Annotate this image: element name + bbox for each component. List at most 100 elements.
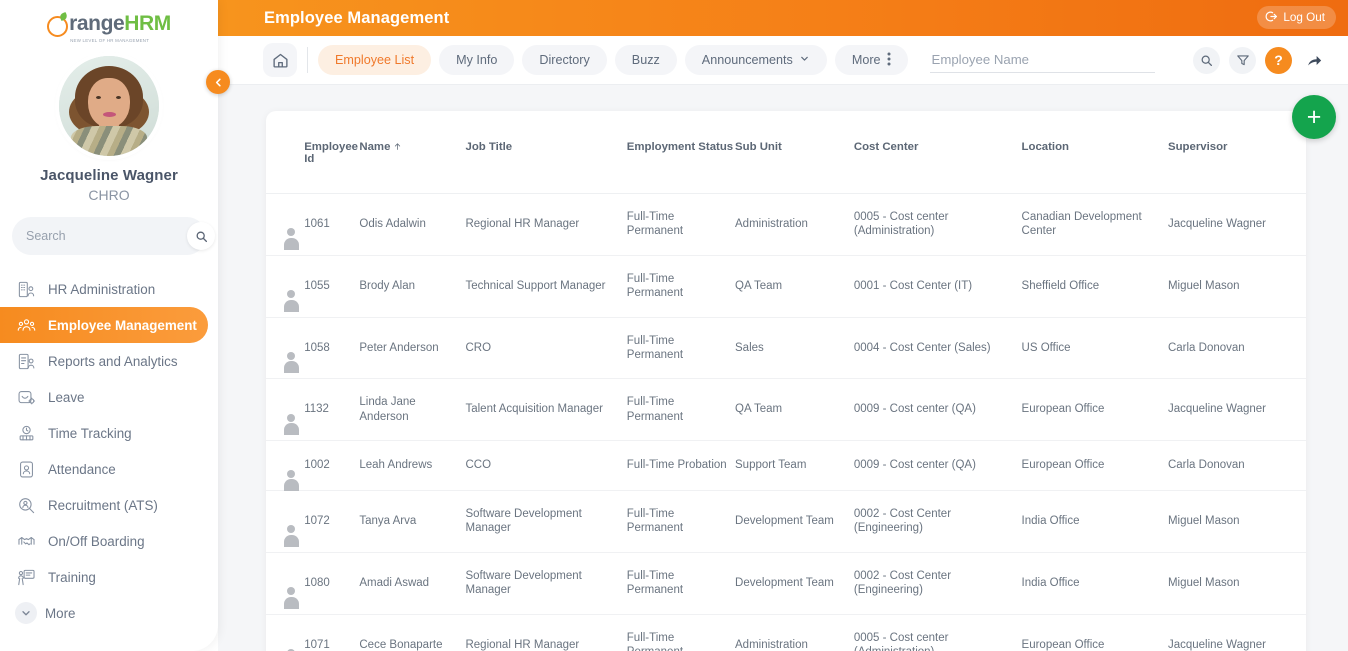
tab-my-info[interactable]: My Info — [439, 45, 515, 75]
tab-divider — [307, 47, 308, 73]
tab-buzz[interactable]: Buzz — [614, 45, 677, 75]
col-employee-id[interactable]: Employee Id — [304, 111, 360, 194]
presentation-icon — [12, 568, 40, 587]
col-location[interactable]: Location — [1021, 111, 1168, 194]
logout-button[interactable]: Log Out — [1257, 6, 1336, 29]
employee-table: Employee Id Name Job Title Employment St… — [266, 111, 1306, 651]
cell-cost-center: 0002 - Cost Center (Engineering) — [853, 552, 1022, 615]
cell-cost-center: 0004 - Cost Center (Sales) — [853, 317, 1022, 380]
col-name[interactable]: Name — [359, 111, 466, 194]
col-sub-unit[interactable]: Sub Unit — [735, 111, 854, 194]
table-row[interactable]: 1080 Amadi Aswad Software Development Mana… — [266, 552, 1306, 615]
table-row[interactable]: 1061 Odis Adalwin Regional HR Manager Full-… — [266, 193, 1306, 256]
cell-sub-unit: QA Team — [735, 378, 854, 441]
cell-supervisor: Miguel Mason — [1167, 490, 1306, 553]
cell-cost-center: 0005 - Cost center (Administration) — [853, 193, 1022, 256]
sidebar-search[interactable] — [12, 217, 215, 255]
table-body: 1061 Odis Adalwin Regional HR Manager Full-… — [266, 193, 1306, 651]
vertical-dots-icon — [887, 52, 891, 69]
cell-job-title: Talent Acquisition Manager — [465, 378, 627, 441]
cell-employment-status: Full-Time Probation — [626, 440, 736, 491]
cell-employee-id: 1055 — [304, 255, 360, 318]
cell-name: Brody Alan — [359, 255, 466, 318]
sidebar-item-attendance[interactable]: Attendance — [0, 451, 218, 487]
tab-more[interactable]: More — [834, 45, 908, 75]
search-icon[interactable] — [1193, 46, 1220, 74]
logout-label: Log Out — [1283, 11, 1325, 24]
table-row[interactable]: 1072 Tanya Arva Software Development Manag… — [266, 490, 1306, 553]
add-employee-button[interactable]: + — [1292, 95, 1336, 139]
sidebar-item-time-tracking[interactable]: Time Tracking — [0, 415, 218, 451]
sidebar-item-label: Time Tracking — [48, 425, 132, 441]
share-icon[interactable] — [1301, 47, 1328, 74]
cell-cost-center: 0005 - Cost center (Administration) — [853, 614, 1022, 651]
cell-location: Canadian Development Center — [1021, 193, 1168, 256]
cell-employee-id: 1002 — [304, 440, 360, 491]
arrow-up-icon — [395, 143, 401, 150]
col-employment-status[interactable]: Employment Status — [626, 111, 736, 194]
tab-label: More — [851, 53, 881, 67]
table-row[interactable]: 1058 Peter Anderson CRO Full-Time Permanent… — [266, 317, 1306, 380]
handshake-icon — [12, 532, 40, 551]
cell-employee-id: 1132 — [304, 378, 360, 441]
sidebar-collapse-toggle[interactable] — [206, 70, 230, 94]
row-avatar-cell — [266, 614, 305, 651]
cell-name: Tanya Arva — [359, 490, 466, 553]
table-row[interactable]: 1002 Leah Andrews CCO Full-Time Probation Su… — [266, 440, 1306, 491]
tab-employee-list[interactable]: Employee List — [318, 45, 432, 75]
app-root: rangeHRM NEW LEVEL OF HR MANAGEMENT Jacq… — [0, 0, 1348, 651]
cell-name: Leah Andrews — [359, 440, 466, 491]
cell-employment-status: Full-Time Permanent — [626, 552, 736, 615]
cell-location: European Office — [1021, 440, 1168, 491]
cell-location: India Office — [1021, 552, 1168, 615]
sidebar-item-label: Reports and Analytics — [48, 353, 178, 369]
col-supervisor[interactable]: Supervisor — [1167, 111, 1306, 194]
sidebar-item-reports-and-analytics[interactable]: Reports and Analytics — [0, 343, 218, 379]
cell-job-title: Regional HR Manager — [465, 193, 627, 256]
logo-orange-icon — [47, 11, 69, 37]
tab-label: Buzz — [631, 53, 660, 67]
sidebar-item-employee-management[interactable]: Employee Management — [0, 307, 208, 343]
sidebar-item-more[interactable]: More — [0, 595, 218, 631]
chevron-down-icon — [15, 602, 37, 624]
sidebar-item-label: Recruitment (ATS) — [48, 497, 158, 513]
cell-location: European Office — [1021, 614, 1168, 651]
cell-job-title: Software Development Manager — [465, 490, 627, 553]
help-icon[interactable]: ? — [1265, 46, 1292, 74]
table-row[interactable]: 1055 Brody Alan Technical Support Manager F… — [266, 255, 1306, 318]
search-icon[interactable] — [187, 222, 215, 250]
employee-list-card: Employee Id Name Job Title Employment St… — [266, 111, 1306, 651]
sidebar-item-label: Employee Management — [48, 317, 197, 333]
sidebar-item-label: Leave — [48, 389, 85, 405]
home-icon[interactable] — [263, 43, 297, 77]
profile-name: Jacqueline Wagner — [40, 167, 178, 184]
logo-hrm-text: HRM — [124, 11, 171, 35]
table-row[interactable]: 1132 Linda Jane Anderson Talent Acquisitio… — [266, 378, 1306, 441]
cell-employment-status: Full-Time Permanent — [626, 193, 736, 256]
tab-announcements[interactable]: Announcements — [684, 45, 827, 75]
table-row[interactable]: 1071 Cece Bonaparte Regional HR Manager Ful… — [266, 614, 1306, 651]
employee-search-area — [929, 47, 1193, 73]
cell-name: Cece Bonaparte — [359, 614, 466, 651]
sidebar-item-training[interactable]: Training — [0, 559, 218, 595]
cell-employee-id: 1058 — [304, 317, 360, 380]
sidebar-item-on-off-boarding[interactable]: On/Off Boarding — [0, 523, 218, 559]
cell-name: Peter Anderson — [359, 317, 466, 380]
tab-directory[interactable]: Directory — [522, 45, 607, 75]
sidebar-item-recruitment-ats[interactable]: Recruitment (ATS) — [0, 487, 218, 523]
employee-name-input[interactable] — [929, 47, 1155, 73]
tab-label: Announcements — [701, 53, 793, 67]
filter-icon[interactable] — [1229, 46, 1256, 74]
profile-role: CHRO — [88, 187, 130, 203]
cell-name: Odis Adalwin — [359, 193, 466, 256]
attendance-badge-icon — [12, 460, 40, 479]
col-job-title[interactable]: Job Title — [465, 111, 627, 194]
cell-sub-unit: Sales — [735, 317, 854, 380]
sidebar-item-label: HR Administration — [48, 281, 156, 297]
tab-label: My Info — [456, 53, 498, 67]
sidebar-item-label: Training — [48, 569, 96, 585]
col-cost-center[interactable]: Cost Center — [853, 111, 1022, 194]
search-input[interactable] — [26, 229, 187, 243]
sidebar-item-hr-administration[interactable]: HR Administration — [0, 271, 218, 307]
sidebar-item-leave[interactable]: Leave — [0, 379, 218, 415]
